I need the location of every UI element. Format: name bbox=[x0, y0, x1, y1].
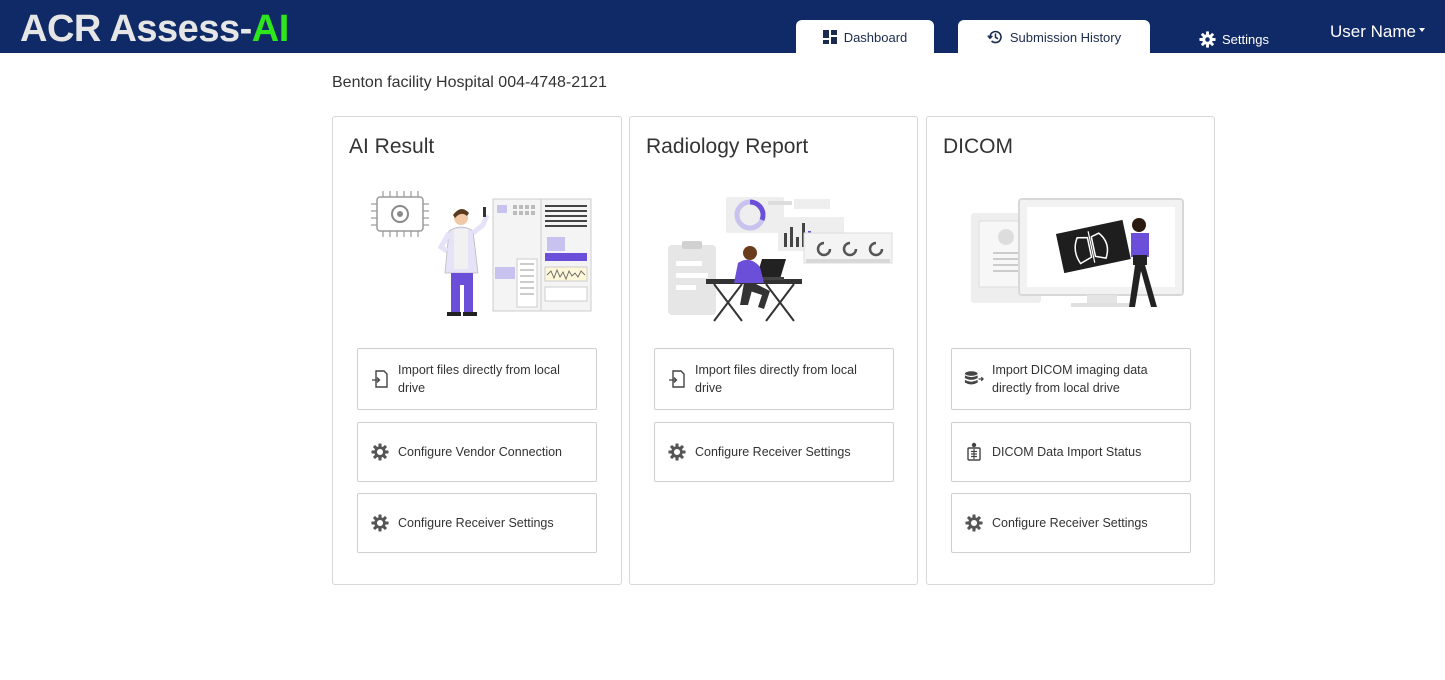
tab-submission-history-label: Submission History bbox=[1009, 29, 1122, 45]
app-logo[interactable]: ACR Assess-AI bbox=[20, 8, 289, 50]
action-label: Configure Receiver Settings bbox=[992, 516, 1148, 530]
xray-person-icon bbox=[964, 442, 984, 462]
dashboard-icon bbox=[822, 30, 837, 44]
file-import-icon bbox=[667, 369, 687, 389]
configure-receiver-settings-button[interactable]: Configure Receiver Settings bbox=[951, 493, 1191, 553]
configure-vendor-connection-button[interactable]: Configure Vendor Connection bbox=[357, 422, 597, 482]
user-name: User Name bbox=[1330, 22, 1416, 41]
tab-dashboard-label: Dashboard bbox=[843, 29, 908, 45]
gear-icon bbox=[667, 442, 687, 462]
gear-icon bbox=[1199, 30, 1216, 48]
history-icon bbox=[987, 30, 1002, 44]
file-import-icon bbox=[370, 369, 390, 389]
tab-submission-history[interactable]: Submission History bbox=[958, 20, 1150, 54]
action-label: Import files directly from local drive bbox=[695, 363, 857, 395]
ai-result-illustration bbox=[371, 191, 592, 316]
card-ai-result: AI Result Import files directly from loc… bbox=[332, 116, 622, 585]
gear-icon bbox=[370, 513, 390, 533]
import-files-button[interactable]: Import files directly from local drive bbox=[654, 348, 894, 410]
action-label: Configure Receiver Settings bbox=[695, 445, 851, 459]
top-navbar: ACR Assess-AI Dashboard Submission Histo… bbox=[0, 0, 1445, 54]
tab-dashboard[interactable]: Dashboard bbox=[796, 20, 934, 54]
action-label: Import files directly from local drive bbox=[398, 363, 560, 395]
configure-receiver-settings-button[interactable]: Configure Receiver Settings bbox=[357, 493, 597, 553]
action-label: Import DICOM imaging data directly from … bbox=[992, 363, 1148, 395]
card-dicom: DICOM Import DICOM imaging data directly… bbox=[926, 116, 1215, 585]
brand-name: ACR Assess- bbox=[20, 8, 252, 50]
dicom-illustration bbox=[971, 198, 1184, 307]
action-label: DICOM Data Import Status bbox=[992, 445, 1142, 459]
card-radiology-report: Radiology Report Import files directly f… bbox=[629, 116, 918, 585]
caret-down-icon bbox=[1418, 28, 1425, 32]
import-dicom-data-button[interactable]: Import DICOM imaging data directly from … bbox=[951, 348, 1191, 410]
radiology-report-illustration bbox=[668, 197, 893, 322]
card-title: DICOM bbox=[943, 135, 1013, 158]
configure-receiver-settings-button[interactable]: Configure Receiver Settings bbox=[654, 422, 894, 482]
settings-label: Settings bbox=[1222, 31, 1269, 47]
dicom-data-import-status-button[interactable]: DICOM Data Import Status bbox=[951, 422, 1191, 482]
card-title: AI Result bbox=[349, 135, 435, 158]
action-label: Configure Vendor Connection bbox=[398, 445, 563, 459]
card-title: Radiology Report bbox=[646, 135, 809, 158]
gear-icon bbox=[370, 442, 390, 462]
user-menu-dropdown[interactable]: User Name bbox=[1330, 22, 1425, 42]
brand-accent: AI bbox=[251, 8, 290, 50]
gear-icon bbox=[964, 513, 984, 533]
facility-title: Benton facility Hospital 004-4748-2121 bbox=[332, 74, 607, 91]
action-label: Configure Receiver Settings bbox=[398, 516, 554, 530]
settings-link[interactable]: Settings bbox=[1199, 29, 1269, 49]
database-import-icon bbox=[964, 369, 984, 389]
import-files-button[interactable]: Import files directly from local drive bbox=[357, 348, 597, 410]
